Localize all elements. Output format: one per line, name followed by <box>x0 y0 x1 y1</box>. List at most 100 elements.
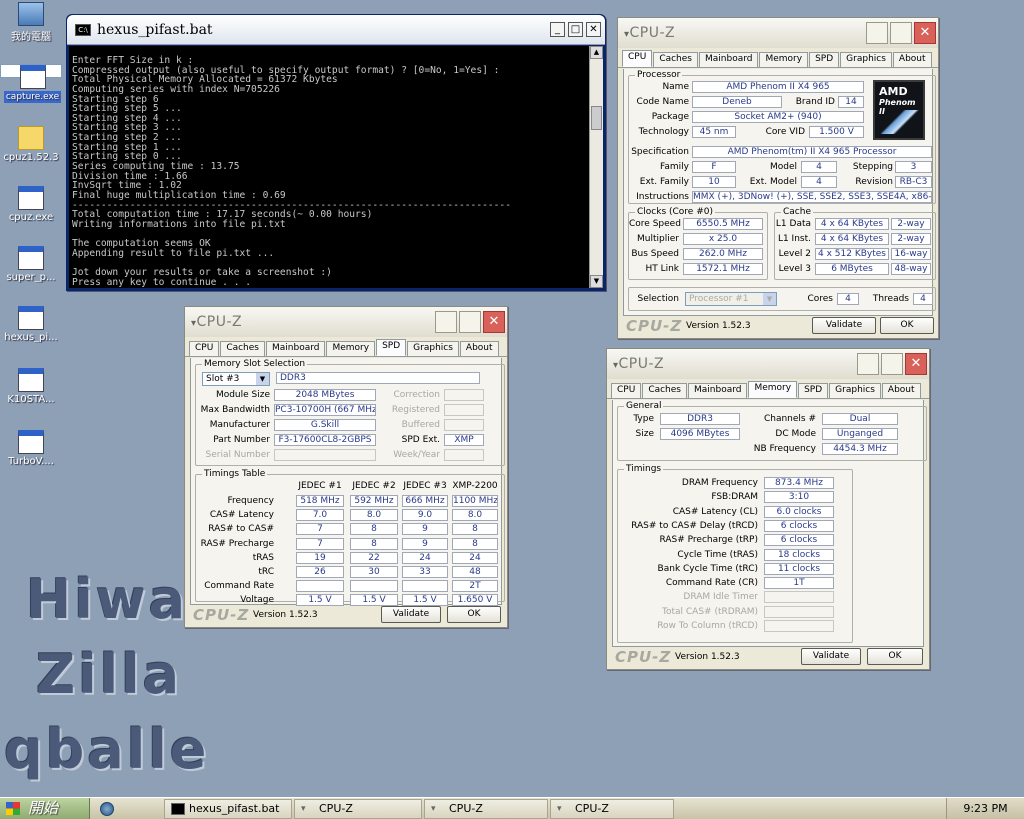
extmodel-label: Ext. Model <box>749 177 797 187</box>
tab-graphics[interactable]: Graphics <box>407 341 459 356</box>
validate-button[interactable]: Validate <box>381 606 441 623</box>
validate-button[interactable]: Validate <box>801 648 861 665</box>
cpuz-titlebar[interactable]: CPU-Z ✕ <box>607 349 929 379</box>
maximize-button[interactable] <box>890 22 912 44</box>
cpuz-titlebar[interactable]: CPU-Z ✕ <box>618 18 938 48</box>
console-window[interactable]: C:\ hexus_pifast.bat _ □ ✕ Enter FFT Siz… <box>66 14 606 291</box>
scroll-up-icon[interactable]: ▲ <box>590 46 603 59</box>
taskbar-item-cpuz[interactable]: ▾ CPU-Z <box>294 799 422 819</box>
minimize-button[interactable] <box>866 22 888 44</box>
windows-flag-icon <box>6 802 20 815</box>
channels-value: Dual <box>822 413 898 425</box>
column-header: JEDEC #3 <box>403 481 447 491</box>
maximize-button[interactable] <box>459 311 481 333</box>
maximize-button[interactable]: □ <box>568 22 583 37</box>
tab-mainboard[interactable]: Mainboard <box>688 383 748 398</box>
phenom-wing-icon <box>881 110 921 134</box>
console-scrollbar[interactable]: ▲ ▼ <box>589 46 603 288</box>
tab-mainboard[interactable]: Mainboard <box>699 52 759 67</box>
desktop-icon[interactable]: TurboV.... <box>0 430 62 467</box>
manufacturer-value: G.Skill <box>274 419 376 431</box>
taskbar-item-cpuz[interactable]: ▾ CPU-Z <box>424 799 548 819</box>
tab-bar: CPU Caches Mainboard Memory SPD Graphics About <box>618 48 938 68</box>
desktop-icon[interactable]: capture.exe <box>0 64 62 103</box>
minimize-button[interactable] <box>435 311 457 333</box>
timing-cell: 19 <box>296 551 344 564</box>
tab-memory[interactable]: Memory <box>326 341 376 356</box>
scroll-down-icon[interactable]: ▼ <box>590 275 603 288</box>
close-button[interactable]: ✕ <box>483 311 505 333</box>
close-button[interactable]: ✕ <box>905 353 927 375</box>
tab-spd[interactable]: SPD <box>376 339 407 356</box>
validate-button[interactable]: Validate <box>812 317 876 334</box>
cpuz-spd-window[interactable]: CPU-Z ✕ CPUCachesMainboardMemorySPDGraph… <box>184 306 508 628</box>
tab-cpu[interactable]: CPU <box>189 341 220 356</box>
timing-cell: 24 <box>402 551 448 564</box>
group-title: General <box>624 401 664 411</box>
maximize-button[interactable] <box>881 353 903 375</box>
desktop-icon[interactable]: K10STA... <box>0 368 62 405</box>
desktop-icon-label: cpuz1.52.3 <box>3 152 59 163</box>
maxbandwidth-label: Max Bandwidth <box>200 405 270 415</box>
cpuz-memory-window[interactable]: CPU-Z ✕ CPUCachesMainboardMemorySPDGraph… <box>606 348 930 670</box>
desktop-icon[interactable]: cpuz1.52.3 <box>0 126 62 163</box>
desktop-icon[interactable]: super_p... <box>0 246 62 283</box>
maxbandwidth-value: PC3-10700H (667 MHz) <box>274 404 376 416</box>
tab-memory[interactable]: Memory <box>748 381 798 398</box>
group-title: Timings <box>624 464 664 474</box>
serialnumber-value <box>274 449 376 461</box>
tab-memory[interactable]: Memory <box>759 52 809 67</box>
cpuz-footer: CPU-Z Version 1.52.3 Validate OK <box>185 603 507 627</box>
app-icon <box>18 246 44 270</box>
desktop-icon[interactable]: cpuz.exe <box>0 186 62 223</box>
tab-mainboard[interactable]: Mainboard <box>266 341 326 356</box>
tab-caches[interactable]: Caches <box>642 383 687 398</box>
taskbar-item-console[interactable]: hexus_pifast.bat <box>164 799 292 819</box>
tab-caches[interactable]: Caches <box>220 341 265 356</box>
desktop-icon[interactable]: hexus_pi... <box>0 306 62 343</box>
tab-graphics[interactable]: Graphics <box>829 383 881 398</box>
tab-about[interactable]: About <box>459 341 499 356</box>
tab-caches[interactable]: Caches <box>653 52 698 67</box>
system-tray-clock[interactable]: 9:23 PM <box>946 798 1024 819</box>
close-button[interactable]: ✕ <box>914 22 936 44</box>
tab-about[interactable]: About <box>892 52 932 67</box>
type-value: DDR3 <box>660 413 740 425</box>
processor-select[interactable]: Processor #1 ▼ <box>685 292 777 306</box>
cpuz-titlebar[interactable]: CPU-Z ✕ <box>185 307 507 337</box>
selection-label: Selection <box>637 294 679 304</box>
scroll-thumb[interactable] <box>591 106 602 130</box>
timing-cell: 7.0 <box>296 509 344 522</box>
tab-cpu[interactable]: CPU <box>611 383 642 398</box>
ok-button[interactable]: OK <box>867 648 923 665</box>
tab-cpu[interactable]: CPU <box>622 50 653 67</box>
timing-label: DRAM Idle Timer <box>683 592 758 603</box>
group-title: Memory Slot Selection <box>202 359 308 369</box>
close-button[interactable]: ✕ <box>586 22 601 37</box>
spd-panel: Memory Slot Selection Slot #3 ▼ DDR3 Modu… <box>190 358 505 607</box>
desktop-icon[interactable]: 我的電腦 <box>0 2 62 43</box>
timing-cell: 8.0 <box>452 509 498 522</box>
ok-button[interactable]: OK <box>447 606 501 623</box>
slot-select[interactable]: Slot #3 ▼ <box>202 372 270 386</box>
browser-quicklaunch-icon[interactable] <box>100 802 114 816</box>
l1data-value: 4 x 64 KBytes <box>815 218 889 230</box>
minimize-button[interactable] <box>857 353 879 375</box>
tab-graphics[interactable]: Graphics <box>840 52 892 67</box>
extfamily-label: Ext. Family <box>639 177 689 187</box>
tab-about[interactable]: About <box>881 383 921 398</box>
start-button[interactable]: 開始 <box>0 798 90 819</box>
processor-group: Processor Name AMD Phenom II X4 965 Code… <box>628 70 936 204</box>
selection-bar: Selection Processor #1 ▼ Cores 4 Threads … <box>628 287 936 311</box>
multiplier-label: Multiplier <box>637 234 679 244</box>
busspeed-label: Bus Speed <box>631 249 679 259</box>
console-titlebar[interactable]: C:\ hexus_pifast.bat _ □ ✕ <box>67 15 605 45</box>
minimize-button[interactable]: _ <box>550 22 565 37</box>
ok-button[interactable]: OK <box>880 317 934 334</box>
cpu-panel: Processor Name AMD Phenom II X4 965 Code… <box>623 69 936 316</box>
console-output[interactable]: Enter FFT Size in k : Compressed output (… <box>69 46 589 288</box>
cpuz-cpu-window[interactable]: CPU-Z ✕ CPUCachesMainboardMemorySPDGraph… <box>617 17 939 339</box>
taskbar-item-cpuz[interactable]: ▾ CPU-Z <box>550 799 674 819</box>
tab-spd[interactable]: SPD <box>798 383 829 398</box>
tab-spd[interactable]: SPD <box>809 52 840 67</box>
